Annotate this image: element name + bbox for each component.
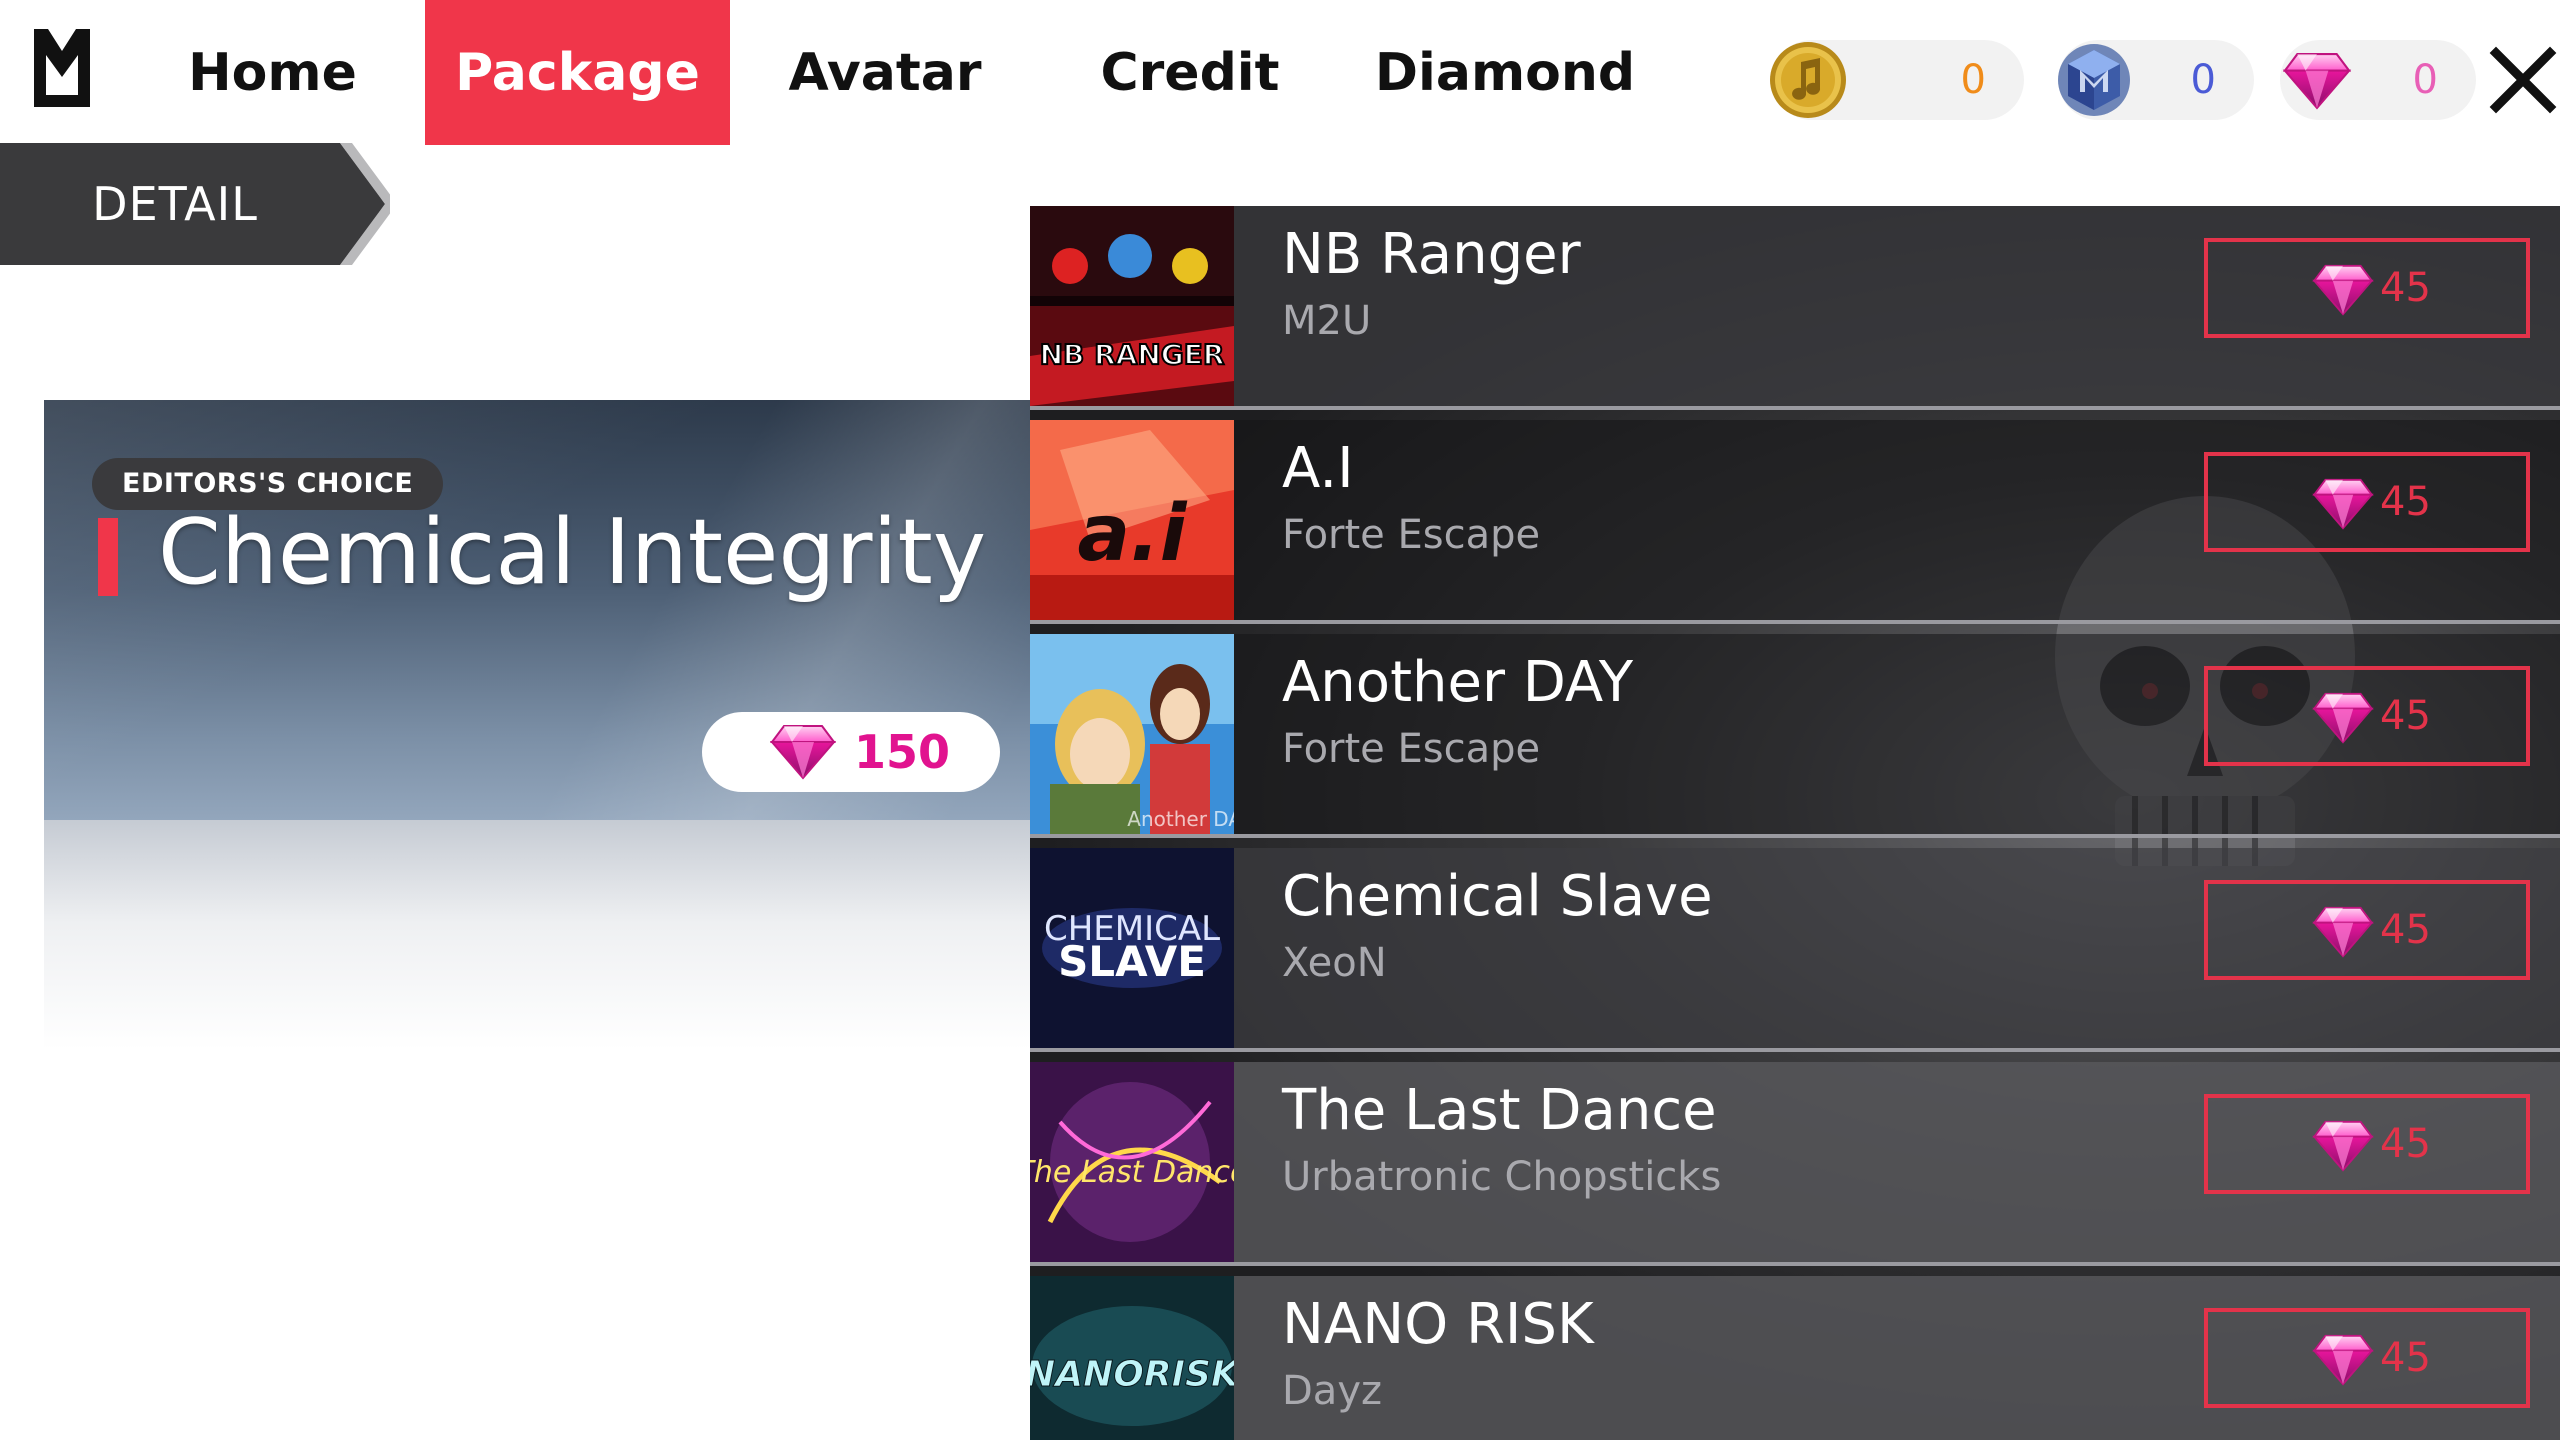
tab-diamond[interactable]: Diamond (1360, 0, 1650, 145)
buy-button[interactable]: 45 (2204, 1308, 2530, 1408)
cube-gem-icon (2058, 44, 2130, 116)
song-row-the-last-dance[interactable]: The Last Dance The Last Dance Urbatronic… (1030, 1062, 2560, 1266)
diamond-balance: 0 (2280, 40, 2476, 120)
diamond-icon (770, 724, 836, 780)
tab-home[interactable]: Home (150, 0, 395, 145)
album-cover-ai: a.i (1030, 420, 1234, 620)
buy-button[interactable]: 45 (2204, 666, 2530, 766)
cover-text: NB RANGER (1040, 338, 1225, 371)
music-coin-icon (1770, 42, 1846, 118)
cover-text: a.i (1077, 489, 1187, 579)
song-price: 45 (2380, 907, 2431, 953)
album-cover-another-day: Another DAY (1030, 634, 1234, 834)
song-price: 45 (2380, 265, 2431, 311)
cover-text: SLAVE (1058, 937, 1206, 986)
buy-button[interactable]: 45 (2204, 880, 2530, 980)
cube-balance: 0 (2058, 40, 2254, 120)
title-accent-bar (98, 518, 118, 596)
song-artist: M2U (1282, 298, 1372, 344)
diamond-icon (2312, 692, 2374, 744)
coin-balance: 0 (1770, 40, 2024, 120)
buy-button[interactable]: 45 (2204, 1094, 2530, 1194)
song-title: NANO RISK (1282, 1292, 1594, 1357)
diamond-icon (2282, 52, 2352, 110)
cover-text: NANORISK (1030, 1354, 1234, 1395)
tab-credit[interactable]: Credit (1060, 0, 1320, 145)
diamond-value: 0 (2412, 57, 2438, 103)
app-logo-icon[interactable] (30, 25, 94, 111)
song-price: 45 (2380, 1335, 2431, 1381)
close-icon[interactable] (2488, 45, 2558, 115)
song-price: 45 (2380, 693, 2431, 739)
tab-package[interactable]: Package (425, 0, 730, 145)
top-nav-bar: Home Package Avatar Credit Diamond 0 0 0 (0, 0, 2560, 145)
song-title: The Last Dance (1282, 1078, 1717, 1143)
song-row-nb-ranger[interactable]: NB RANGER NB Ranger M2U 45 (1030, 206, 2560, 410)
album-cover-chemical-slave: CHEMICAL SLAVE (1030, 848, 1234, 1048)
album-cover-the-last-dance: The Last Dance (1030, 1062, 1234, 1262)
song-title: NB Ranger (1282, 222, 1581, 287)
package-price: 150 (854, 725, 951, 779)
song-artist: XeoN (1282, 940, 1387, 986)
song-row-ai[interactable]: a.i A.I Forte Escape 45 (1030, 420, 2560, 624)
song-title: Chemical Slave (1282, 864, 1713, 929)
song-title: Another DAY (1282, 650, 1634, 715)
coin-value: 0 (1960, 57, 1986, 103)
cover-text: The Last Dance (1030, 1155, 1234, 1190)
song-artist: Urbatronic Chopsticks (1282, 1154, 1722, 1200)
cover-text: Another DAY (1127, 807, 1234, 831)
song-list[interactable]: NB RANGER NB Ranger M2U 45 a.i A.I Forte… (1030, 206, 2560, 1440)
banner-reflection (44, 820, 1044, 1050)
song-price: 45 (2380, 1121, 2431, 1167)
buy-button[interactable]: 45 (2204, 452, 2530, 552)
song-row-nano-risk[interactable]: NANORISK NANO RISK Dayz 45 (1030, 1276, 2560, 1440)
diamond-icon (2312, 906, 2374, 958)
package-title: Chemical Integrity (158, 500, 987, 605)
song-title: A.I (1282, 436, 1354, 501)
song-artist: Forte Escape (1282, 512, 1541, 558)
album-cover-nano-risk: NANORISK (1030, 1276, 1234, 1440)
tab-avatar[interactable]: Avatar (755, 0, 1015, 145)
detail-tab[interactable]: DETAIL (0, 143, 350, 265)
song-row-another-day[interactable]: Another DAY Another DAY Forte Escape 45 (1030, 634, 2560, 838)
song-artist: Forte Escape (1282, 726, 1541, 772)
diamond-icon (2312, 478, 2374, 530)
song-row-chemical-slave[interactable]: CHEMICAL SLAVE Chemical Slave XeoN 45 (1030, 848, 2560, 1052)
cube-value: 0 (2190, 57, 2216, 103)
album-cover-nb-ranger: NB RANGER (1030, 206, 1234, 406)
diamond-icon (2312, 1120, 2374, 1172)
diamond-icon (2312, 1334, 2374, 1386)
song-price: 45 (2380, 479, 2431, 525)
package-price-button[interactable]: 150 (702, 712, 1000, 792)
song-artist: Dayz (1282, 1368, 1382, 1414)
buy-button[interactable]: 45 (2204, 238, 2530, 338)
diamond-icon (2312, 264, 2374, 316)
